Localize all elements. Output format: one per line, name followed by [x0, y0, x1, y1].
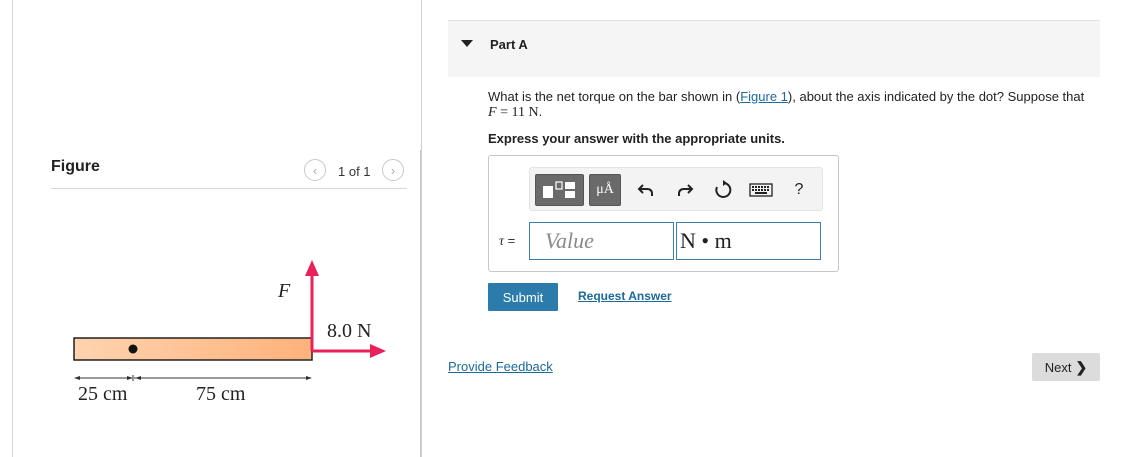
chevron-right-icon: ❯	[1075, 358, 1088, 375]
value-input[interactable]	[529, 222, 674, 260]
panel-divider	[421, 0, 422, 457]
reset-icon[interactable]	[711, 174, 735, 206]
caret-down-icon[interactable]	[461, 40, 473, 47]
force-arrow-right	[370, 344, 386, 358]
force-arrow-up	[305, 260, 319, 276]
force-label-f: F	[277, 280, 291, 302]
instruction-text: Express your answer with the appropriate…	[488, 131, 785, 146]
question-period: .	[538, 104, 543, 119]
question-unit: N	[528, 105, 539, 120]
question-equals: = 11	[496, 105, 529, 120]
figure-title-underline	[51, 188, 407, 189]
force-label-8n: 8.0 N	[327, 320, 371, 342]
left-border	[12, 0, 13, 457]
question-text: What is the net torque on the bar shown …	[488, 89, 1100, 120]
figure-pager-label: 1 of 1	[338, 164, 371, 179]
dim-label-right: 75 cm	[196, 383, 246, 405]
redo-icon[interactable]	[673, 174, 697, 206]
units-input[interactable]	[676, 222, 821, 260]
answer-equals: =	[504, 233, 516, 248]
figure-link[interactable]: Figure 1	[740, 89, 788, 104]
units-button[interactable]: μÅ	[589, 174, 621, 206]
keyboard-icon[interactable]	[747, 174, 775, 206]
dim-label-left: 25 cm	[78, 383, 128, 405]
undo-icon[interactable]	[634, 174, 658, 206]
pivot-dot	[128, 344, 138, 354]
question-suffix: ), about the axis indicated by the dot? …	[787, 89, 1085, 104]
figure-title: Figure	[51, 158, 100, 175]
chevron-left-icon[interactable]: ‹	[304, 159, 326, 181]
provide-feedback-link[interactable]: Provide Feedback	[448, 359, 553, 374]
request-answer-link[interactable]: Request Answer	[578, 289, 672, 303]
part-a-header[interactable]	[448, 20, 1100, 77]
part-title: Part A	[490, 37, 528, 52]
template-icon[interactable]	[535, 174, 584, 206]
next-label: Next	[1044, 359, 1072, 375]
panel-divider-shadow	[420, 150, 421, 457]
answer-label: τ =	[499, 233, 515, 250]
help-button[interactable]: ?	[787, 174, 811, 206]
question-prefix: What is the net torque on the bar shown …	[488, 89, 741, 104]
question-var: F	[488, 105, 497, 120]
torque-bar-diagram: F 8.0 N 25 cm 75 cm	[73, 260, 386, 405]
next-button[interactable]: Next ❯	[1032, 353, 1100, 381]
submit-button[interactable]: Submit	[488, 283, 558, 311]
chevron-right-icon[interactable]: ›	[382, 159, 404, 181]
